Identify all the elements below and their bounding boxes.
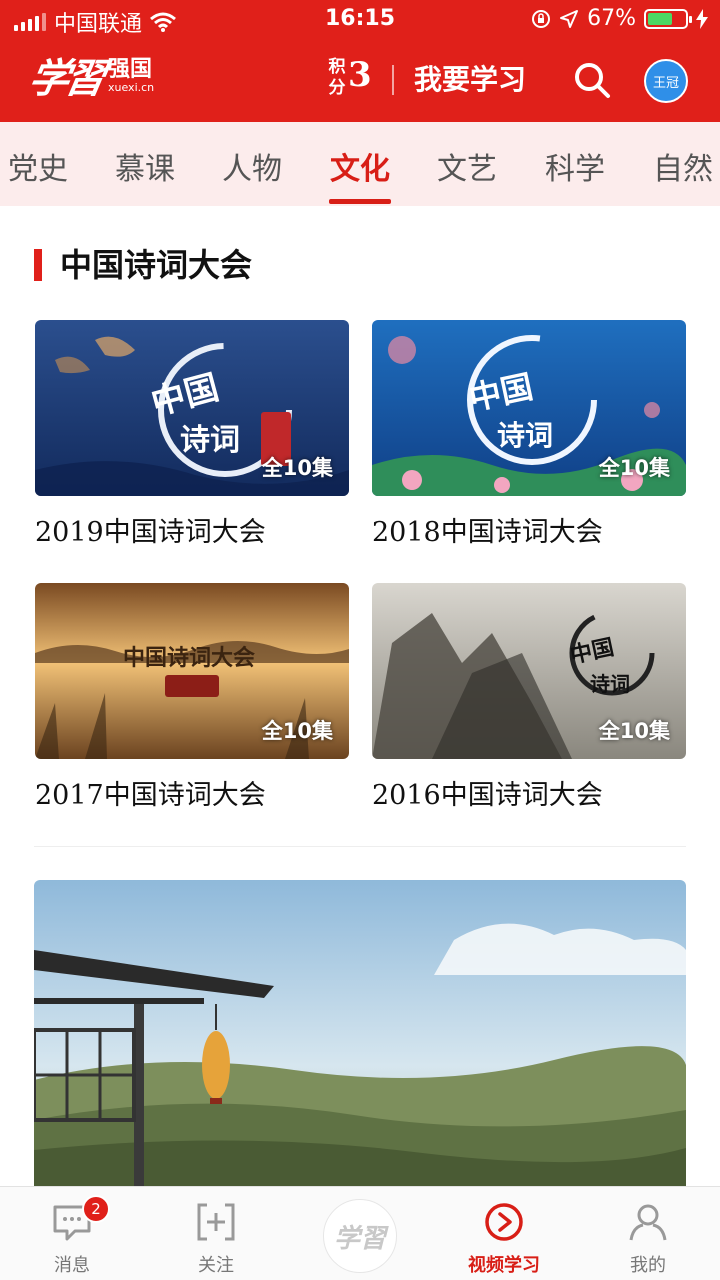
section-accent-bar	[34, 249, 42, 281]
nav-profile[interactable]: 我的	[576, 1187, 720, 1280]
app-header: 学習 强国 xuexi.cn 积分 3 我要学习 王冠	[0, 40, 720, 122]
episode-count: 全10集	[598, 719, 670, 743]
video-card[interactable]: 中国 诗词 全10集 2019中国诗词大会	[35, 320, 349, 549]
tab-arts[interactable]: 文艺	[437, 144, 497, 188]
card-title: 2017中国诗词大会	[35, 780, 266, 811]
episode-count: 全10集	[261, 719, 333, 743]
location-icon	[560, 9, 579, 28]
video-card[interactable]: 中国诗词大会 全10集 2017中国诗词大会	[35, 583, 349, 812]
tab-nature[interactable]: 自然	[653, 144, 713, 188]
episode-count: 全10集	[598, 456, 670, 480]
card-title: 2018中国诗词大会	[372, 517, 603, 548]
study-button[interactable]: 我要学习	[414, 58, 526, 98]
tab-science[interactable]: 科学	[545, 144, 605, 188]
home-logo-button[interactable]: 学習	[323, 1199, 397, 1273]
logo-name: 强国	[108, 57, 153, 82]
nav-label: 关注	[198, 1255, 234, 1276]
nav-label: 视频学习	[468, 1255, 540, 1276]
battery-icon	[644, 8, 692, 29]
logo-domain: xuexi.cn	[108, 81, 155, 94]
svg-text:诗词: 诗词	[497, 419, 553, 452]
nav-video-study[interactable]: 视频学习	[432, 1187, 576, 1280]
status-bar: 中国联通 16:15 67%	[0, 0, 720, 40]
nav-label: 消息	[54, 1255, 90, 1276]
unread-badge: 2	[82, 1195, 110, 1223]
app-logo[interactable]: 学習 强国 xuexi.cn	[25, 46, 155, 104]
video-thumbnail: 中国 诗词 全10集	[35, 320, 349, 496]
battery-percent: 67%	[587, 6, 636, 31]
tab-mooc[interactable]: 慕课	[115, 144, 175, 188]
active-tab-indicator	[329, 199, 391, 204]
rotation-lock-icon	[532, 9, 551, 28]
tab-party-history[interactable]: 党史	[8, 144, 68, 188]
video-card[interactable]: 中国 诗词 全10集 2016中国诗词大会	[372, 583, 686, 812]
nav-follow[interactable]: 关注	[144, 1187, 288, 1280]
nav-messages[interactable]: 2 消息	[0, 1187, 144, 1280]
charging-icon	[696, 8, 708, 29]
score-label: 积分	[328, 57, 346, 98]
nav-label: 我的	[630, 1255, 666, 1276]
svg-text:诗词: 诗词	[180, 423, 240, 458]
card-title: 2016中国诗词大会	[372, 780, 603, 811]
tab-culture[interactable]: 文化	[330, 144, 390, 188]
section-divider	[34, 846, 686, 847]
card-title: 2019中国诗词大会	[35, 517, 266, 548]
section-title: 中国诗词大会	[60, 246, 253, 284]
follow-icon	[197, 1203, 235, 1241]
episode-count: 全10集	[261, 456, 333, 480]
score-value[interactable]: 3	[348, 55, 372, 95]
avatar[interactable]: 王冠	[644, 59, 688, 103]
video-thumbnail: 中国诗词大会 全10集	[35, 583, 349, 759]
video-thumbnail: 中国 诗词 全10集	[372, 320, 686, 496]
logo-script: 学習	[25, 55, 106, 102]
search-icon[interactable]	[572, 60, 612, 100]
user-icon	[629, 1204, 667, 1241]
header-divider	[392, 65, 394, 95]
video-card[interactable]: 中国 诗词 全10集 2018中国诗词大会	[372, 320, 686, 549]
bottom-navigation: 2 消息 关注 学習 视频学习 我的	[0, 1186, 720, 1280]
svg-text:诗词: 诗词	[590, 672, 630, 696]
video-thumbnail: 中国 诗词 全10集	[372, 583, 686, 759]
svg-text:中国诗词大会: 中国诗词大会	[123, 645, 255, 671]
tab-people[interactable]: 人物	[222, 144, 282, 188]
category-tabs: 党史 慕课 人物 文化 文艺 科学 自然	[0, 122, 720, 206]
play-circle-icon	[485, 1203, 523, 1241]
featured-video[interactable]	[34, 880, 686, 1190]
